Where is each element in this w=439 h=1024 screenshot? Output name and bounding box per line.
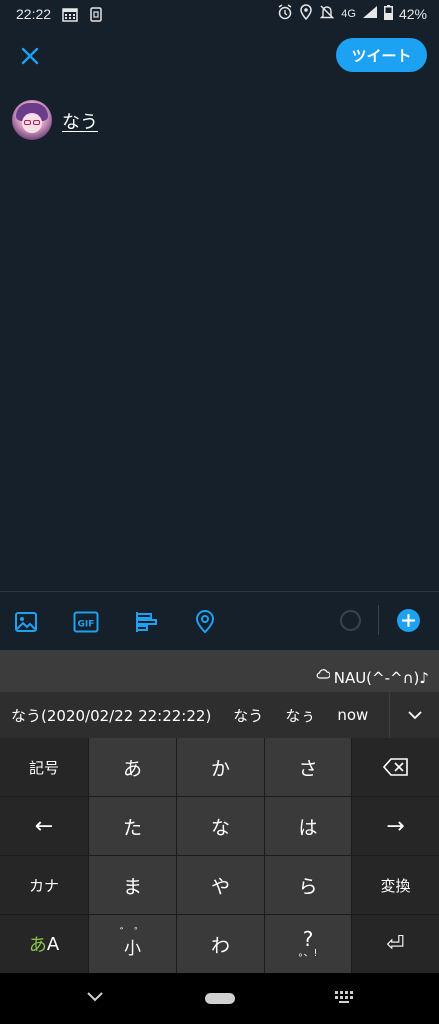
- key-small-label: 小: [124, 939, 141, 959]
- status-time: 22:22: [16, 6, 52, 22]
- status-bar: 22:22 4G 42%: [0, 0, 439, 28]
- key-ka[interactable]: か: [177, 738, 264, 796]
- battery-percent: 42%: [398, 6, 427, 22]
- kaomoji-suggestion[interactable]: NAU(^-^∩)♪: [316, 659, 429, 687]
- key-convert[interactable]: 変換: [352, 856, 439, 914]
- nav-back-button[interactable]: [86, 988, 104, 1007]
- key-backspace[interactable]: [352, 738, 439, 796]
- image-icon[interactable]: [13, 609, 39, 635]
- char-count-icon: [340, 610, 361, 631]
- key-small-marks: ゛ ゜: [119, 926, 146, 939]
- compose-toolbar: [0, 591, 439, 650]
- key-ta[interactable]: た: [89, 797, 176, 855]
- key-ma[interactable]: ま: [89, 856, 176, 914]
- chevron-down-icon: [87, 992, 103, 1002]
- backspace-icon: [382, 758, 408, 776]
- key-left[interactable]: ←: [0, 797, 88, 855]
- key-right[interactable]: →: [352, 797, 439, 855]
- calendar-icon: [61, 6, 79, 22]
- svg-text:GIF: GIF: [78, 620, 95, 630]
- kaomoji-text: NAU(^-^∩)♪: [333, 669, 429, 687]
- key-punct[interactable]: ? 。、!: [265, 915, 351, 973]
- suggestion-bar: なう(2020/02/22 22:22:22) なう なぅ now: [0, 692, 439, 738]
- suggestion-item[interactable]: なう(2020/02/22 22:22:22): [0, 705, 222, 726]
- chevron-down-icon: [407, 710, 422, 719]
- close-button[interactable]: [14, 40, 46, 72]
- key-punct-marks: 。、!: [298, 948, 318, 959]
- alarm-icon: [277, 4, 293, 24]
- sim-icon: [87, 6, 105, 22]
- location-tag-icon[interactable]: [192, 609, 218, 635]
- key-wa[interactable]: わ: [177, 915, 264, 973]
- tweet-text-input[interactable]: なう: [62, 108, 98, 134]
- signal-icon: [362, 5, 378, 23]
- key-kana[interactable]: カナ: [0, 856, 88, 914]
- toolbar-divider: [378, 605, 379, 635]
- close-icon: [21, 47, 39, 65]
- network-type: 4G: [341, 8, 356, 20]
- nav-keyboard-button[interactable]: [334, 990, 354, 1010]
- mute-icon: [319, 4, 335, 24]
- key-a[interactable]: あ: [89, 738, 176, 796]
- avatar: [12, 100, 52, 140]
- expand-suggestions-button[interactable]: [389, 692, 439, 738]
- nav-home-button[interactable]: [205, 993, 235, 1004]
- key-ra[interactable]: ら: [265, 856, 351, 914]
- poll-icon[interactable]: [133, 609, 159, 635]
- mode-alpha-label: A: [46, 933, 60, 955]
- key-na[interactable]: な: [177, 797, 264, 855]
- cloud-icon: [316, 668, 330, 679]
- key-symbols[interactable]: 記号: [0, 738, 88, 796]
- key-ya[interactable]: や: [177, 856, 264, 914]
- add-tweet-button[interactable]: [397, 609, 420, 632]
- key-small[interactable]: ゛ ゜ 小: [89, 915, 176, 973]
- key-sa[interactable]: さ: [265, 738, 351, 796]
- key-input-mode[interactable]: あA: [0, 915, 88, 973]
- add-icon: [402, 614, 415, 627]
- tweet-button[interactable]: ツイート: [336, 38, 427, 72]
- key-ha[interactable]: は: [265, 797, 351, 855]
- mode-hiragana-label: あ: [28, 935, 47, 956]
- key-punct-question: ?: [302, 927, 314, 951]
- battery-icon: [383, 4, 393, 24]
- suggestion-item[interactable]: なぅ: [274, 705, 326, 726]
- suggestion-item[interactable]: なう: [222, 705, 274, 726]
- suggestion-item[interactable]: now: [326, 706, 379, 724]
- keyboard-icon: [335, 991, 353, 1003]
- key-enter[interactable]: ⏎: [352, 915, 439, 973]
- keyboard-keys: 記号 あ か さ ← た な は → カナ ま や ら 変換 あA ゛ ゜ 小 …: [0, 738, 439, 973]
- gif-icon[interactable]: GIF: [73, 609, 99, 635]
- location-icon: [299, 4, 313, 24]
